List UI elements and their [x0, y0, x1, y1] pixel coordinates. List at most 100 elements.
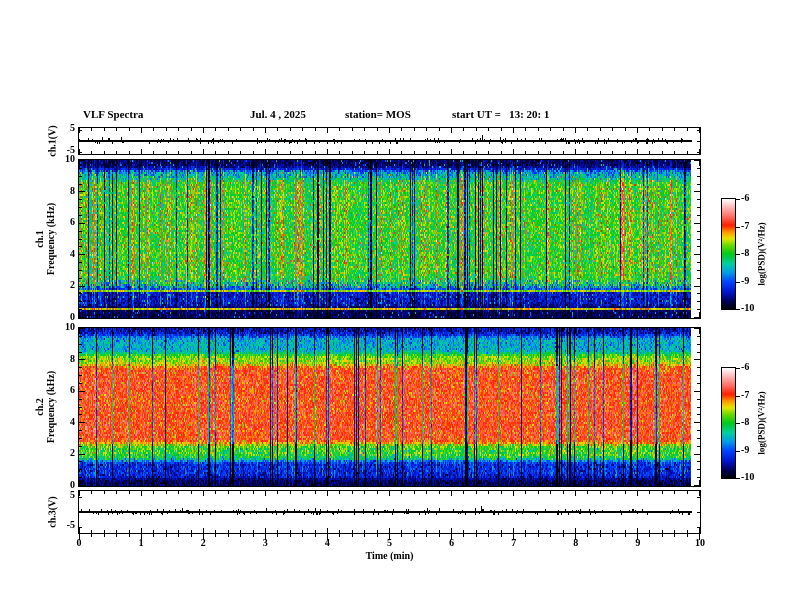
tick-mark — [501, 151, 502, 154]
tick-mark — [364, 328, 365, 331]
tick-mark — [736, 368, 740, 369]
tick-mark — [352, 315, 353, 318]
tick-mark — [203, 491, 204, 496]
tick-mark — [649, 483, 650, 486]
tick-mark — [302, 151, 303, 154]
tick-mark — [153, 534, 154, 537]
tick-mark — [451, 480, 452, 486]
tick-mark — [414, 491, 415, 494]
ch3-voltage-strip — [78, 490, 701, 534]
tick-mark — [79, 160, 85, 161]
tick-mark — [587, 128, 588, 131]
tick-mark — [414, 160, 415, 163]
tick-mark — [697, 497, 700, 498]
tick-mark — [637, 160, 638, 166]
tick-mark — [697, 461, 700, 462]
tick-mark — [79, 293, 82, 294]
tick-mark — [697, 309, 700, 310]
tick-mark — [79, 399, 82, 400]
tick-mark — [513, 528, 514, 533]
tick-mark — [525, 534, 526, 537]
tick-mark — [116, 534, 117, 537]
tick-mark — [141, 480, 142, 486]
tick-mark — [215, 483, 216, 486]
tick-mark — [488, 128, 489, 131]
tick-mark — [253, 128, 254, 131]
tick-mark — [451, 528, 452, 533]
tick-mark — [389, 528, 390, 533]
tick-mark — [253, 530, 254, 533]
tick-mark — [612, 491, 613, 494]
tick-mark — [79, 191, 85, 192]
tick-mark — [600, 315, 601, 318]
tick-mark — [277, 483, 278, 486]
tick-mark — [687, 534, 688, 537]
tick-mark — [451, 128, 452, 133]
tick-mark — [339, 530, 340, 533]
tick-mark — [649, 151, 650, 154]
tick-mark — [228, 128, 229, 131]
tick-mark — [736, 451, 740, 452]
tick-mark — [697, 199, 700, 200]
tick-mark — [79, 422, 85, 423]
tick-mark — [116, 530, 117, 533]
tick-mark — [736, 282, 740, 283]
tick-mark — [240, 160, 241, 163]
tick-mark — [451, 312, 452, 318]
tick-mark — [439, 315, 440, 318]
tick-mark — [687, 128, 688, 131]
tick-mark — [178, 534, 179, 537]
tick-mark — [228, 534, 229, 537]
tick-mark — [116, 160, 117, 163]
tick-mark — [587, 534, 588, 537]
time-tick-label: 8 — [573, 538, 579, 549]
tick-mark — [697, 399, 700, 400]
tick-mark — [389, 534, 390, 540]
tick-mark — [550, 160, 551, 163]
tick-mark — [463, 128, 464, 131]
tick-mark — [575, 328, 576, 334]
tick-mark — [625, 491, 626, 494]
tick-mark — [697, 239, 700, 240]
tick-mark — [513, 491, 514, 496]
tick-mark — [79, 485, 85, 486]
tick-mark — [191, 491, 192, 494]
tick-mark — [178, 530, 179, 533]
tick-mark — [215, 328, 216, 331]
tick-mark — [228, 530, 229, 533]
tick-mark — [277, 128, 278, 131]
figure-date: Jul. 4 , 2025 — [250, 109, 306, 121]
tick-mark — [91, 530, 92, 533]
tick-mark — [79, 254, 85, 255]
tick-mark — [687, 328, 688, 331]
tick-mark — [352, 328, 353, 331]
tick-mark — [327, 128, 328, 133]
tick-mark — [625, 160, 626, 163]
tick-mark — [315, 530, 316, 533]
tick-mark — [463, 491, 464, 494]
tick-mark — [476, 328, 477, 331]
tick-mark — [476, 534, 477, 537]
tick-mark — [674, 530, 675, 533]
tick-mark — [265, 160, 266, 166]
tick-mark — [525, 328, 526, 331]
tick-mark — [625, 328, 626, 331]
tick-mark — [352, 483, 353, 486]
tick-mark — [129, 530, 130, 533]
tick-mark — [687, 491, 688, 494]
tick-mark — [674, 328, 675, 331]
tick-mark — [600, 128, 601, 131]
tick-mark — [525, 151, 526, 154]
tick-mark — [302, 491, 303, 494]
tick-mark — [79, 359, 85, 360]
tick-mark — [265, 328, 266, 334]
tick-mark — [488, 315, 489, 318]
tick-mark — [637, 528, 638, 533]
tick-mark — [79, 336, 82, 337]
tick-mark — [501, 534, 502, 537]
tick-mark — [600, 491, 601, 494]
tick-mark — [339, 128, 340, 131]
tick-mark — [364, 315, 365, 318]
ch3-voltage-waveform-canvas — [79, 491, 700, 533]
tick-mark — [587, 315, 588, 318]
